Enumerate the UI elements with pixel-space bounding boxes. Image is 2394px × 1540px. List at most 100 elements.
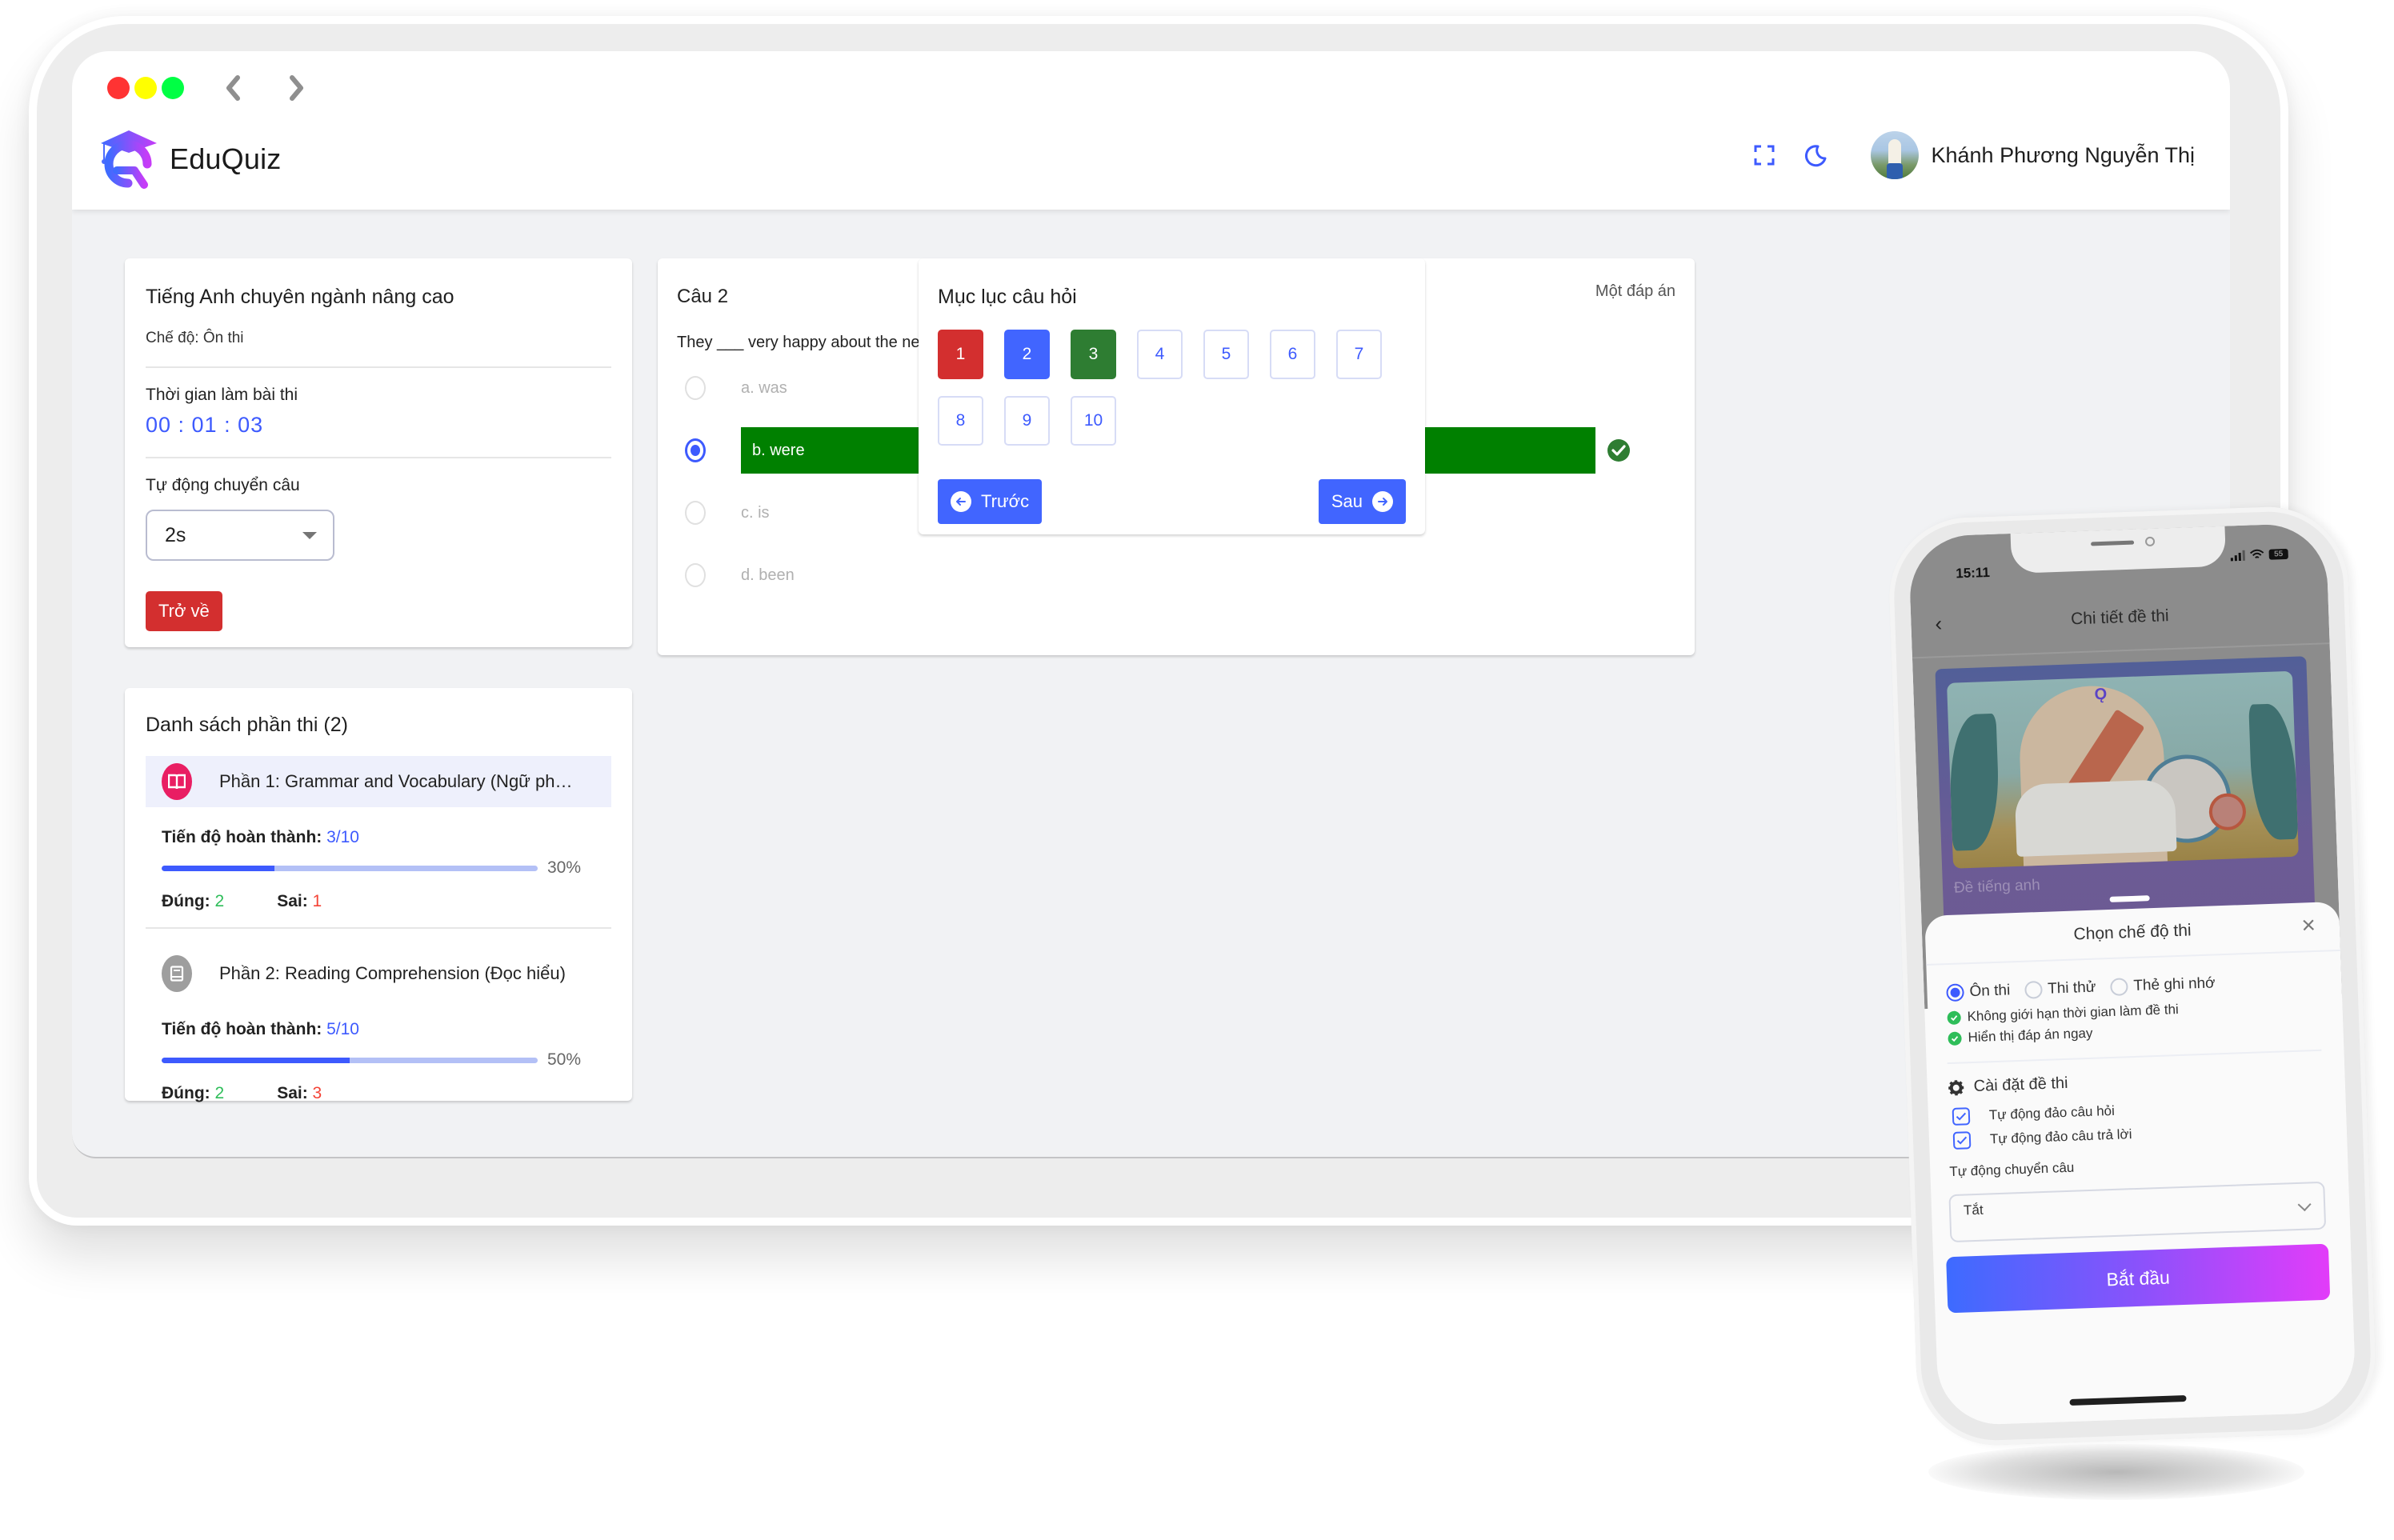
correct-count: 2 [214,892,225,910]
next-question-button[interactable]: Sau [1318,479,1406,524]
moon-icon [1804,145,1826,167]
mode-label: Ôn thi [1969,982,2011,1001]
question-index-button[interactable]: 5 [1203,330,1249,379]
fullscreen-icon [1754,145,1774,166]
settings-section: Cài đặt đề thi [1948,1065,2345,1097]
progress-label: Tiến độ hoàn thành: 5/10 [162,1020,611,1039]
question-type: Một đáp án [1595,282,1675,300]
part-name: Phần 2: Reading Comprehension (Đọc hiểu) [219,963,566,983]
browser-forward-button[interactable] [285,74,309,102]
checkbox-label: Tự động đảo câu hỏi [1988,1102,2116,1123]
user-name[interactable]: Khánh Phương Nguyễn Thị [1932,143,2196,168]
phone-nav-bar: ‹ Chi tiết đề thi [1910,586,2329,649]
dark-mode-toggle[interactable] [1804,143,1828,167]
chevron-down-icon [2297,1198,2312,1212]
answer-radio[interactable] [685,376,706,400]
wrong-label: Sai: [277,892,308,910]
part-item: Phần 2: Reading Comprehension (Đọc hiểu)… [146,948,611,1103]
question-index-button[interactable]: 7 [1336,330,1382,379]
answer-label: c. is [741,503,770,522]
exam-timer: 00 : 01 : 03 [146,413,264,437]
part-header[interactable]: Phần 2: Reading Comprehension (Đọc hiểu) [146,948,611,999]
auto-next-select[interactable]: 2s [146,510,334,561]
checkbox[interactable] [1952,1107,1971,1126]
back-button[interactable]: Trở về [146,591,222,631]
app-name: EduQuiz [170,142,282,175]
progress-bar-row: 50% [162,1050,611,1070]
answer-radio[interactable] [685,438,706,462]
app-logo[interactable]: EduQuiz [99,129,281,190]
part-header[interactable]: Phần 1: Grammar and Vocabulary (Ngữ pháp… [146,756,611,807]
auto-next-value: Tắt [1963,1202,1984,1218]
app-header: EduQuiz Khánh Phương Nguyễn Thị [72,51,2230,210]
auto-next-select[interactable]: Tắt [1948,1181,2327,1243]
mode-select-sheet: Chọn chế độ thi × Ôn thi Thi thử Thẻ ghi… [1924,901,2357,1426]
progress-label-text: Tiến độ hoàn thành: [162,828,322,846]
window-controls [107,77,184,99]
wrong-count: 3 [312,1084,322,1102]
question-index-button[interactable]: 4 [1137,330,1183,379]
prev-question-button[interactable]: Trước [938,479,1043,524]
progress-label-text: Tiến độ hoàn thành: [162,1020,322,1038]
answer-label: a. was [741,378,787,397]
illustration-leaf [1948,713,2001,851]
illustration-leaf [2248,702,2299,841]
battery-icon: 55 [2268,548,2288,560]
answer-radio[interactable] [685,563,706,587]
wrong-score: Sai: 1 [277,892,322,911]
answer-option[interactable]: d. been [677,552,1675,598]
window-close-button[interactable] [107,77,130,99]
time-label: Thời gian làm bài thi [146,386,298,404]
mode-option[interactable]: Thẻ ghi nhớ [2110,974,2216,996]
progress-bar-fill [162,865,274,871]
question-index-button[interactable]: 9 [1004,396,1050,446]
wifi-icon [2249,549,2264,559]
start-button[interactable]: Bắt đầu [1946,1243,2331,1314]
part-body: Tiến độ hoàn thành: 5/10 50% Đúng: 2 Sai… [146,1020,611,1103]
close-icon[interactable]: × [2301,912,2316,939]
wrong-score: Sai: 3 [277,1084,322,1103]
auto-next-value: 2s [165,523,186,546]
window-maximize-button[interactable] [162,77,184,99]
check-circle-icon [1948,1031,1962,1046]
speaker [2091,540,2135,546]
correct-score: Đúng: 2 [162,892,224,911]
window-minimize-button[interactable] [134,77,157,99]
question-index-title: Mục lục câu hỏi [938,286,1077,308]
checkmark-icon [1956,1112,1967,1121]
progress-bar-row: 30% [162,858,611,878]
wrong-label: Sai: [277,1084,308,1102]
progress-bar-fill [162,1057,350,1063]
question-index-button[interactable]: 10 [1071,396,1116,446]
progress-count: 3/10 [326,828,359,846]
chevron-right-icon [290,75,303,101]
score-row: Đúng: 2 Sai: 1 [162,892,611,911]
phone-mockup: 15:11 55 ‹ Chi tiết đề thi Ǫ Đề tiếng an… [1886,504,2379,1448]
mode-radio[interactable] [1946,983,1964,1002]
mode-option[interactable]: Ôn thi [1946,982,2011,1002]
question-index-button[interactable]: 8 [938,396,983,446]
question-index-button[interactable]: 3 [1071,330,1116,379]
mode-option[interactable]: Thi thử [2024,979,2096,999]
browser-back-button[interactable] [221,74,245,102]
fullscreen-button[interactable] [1752,143,1776,167]
mode-label: Thẻ ghi nhớ [2133,974,2216,994]
camera [2144,536,2156,547]
answer-radio[interactable] [685,501,706,525]
phone-back-button[interactable]: ‹ [1935,611,1943,636]
part-item: Phần 1: Grammar and Vocabulary (Ngữ pháp… [146,756,611,911]
mode-radio[interactable] [2110,978,2128,996]
question-index-button[interactable]: 1 [938,330,983,379]
checkbox[interactable] [1952,1131,1972,1150]
sheet-drag-handle[interactable] [2109,895,2150,902]
sheet-title: Chọn chế độ thi [2073,921,2192,944]
open-book-icon [162,763,192,800]
question-index-button[interactable]: 6 [1270,330,1315,379]
mode-radio[interactable] [2024,980,2043,999]
divider [146,366,611,368]
progress-bar [162,1057,538,1063]
auto-next-label: Tự động chuyển câu [146,476,300,494]
user-avatar[interactable] [1870,131,1919,179]
parts-list-title: Danh sách phần thi (2) [146,714,348,736]
question-index-button[interactable]: 2 [1004,330,1050,379]
